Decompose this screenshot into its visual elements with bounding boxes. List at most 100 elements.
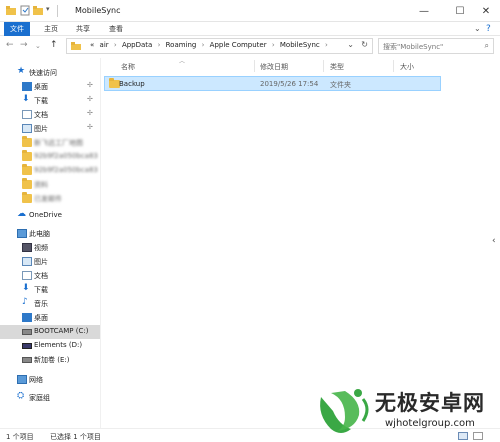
sidebar-item-label: 视频: [34, 244, 48, 252]
breadcrumb-separator[interactable]: ›: [202, 41, 205, 49]
sidebar-item-label: 已发邮件: [34, 195, 62, 203]
sidebar-item-downloads[interactable]: ⬇ 下载: [0, 283, 100, 297]
up-arrow-icon[interactable]: ↑: [50, 40, 58, 50]
pin-icon[interactable]: ✢: [87, 81, 93, 89]
sidebar-item-label: 新加卷 (E:): [34, 356, 70, 364]
sidebar-item-videos[interactable]: 视频: [0, 241, 100, 255]
breadcrumb-overflow[interactable]: «: [90, 41, 94, 49]
desktop-icon: [22, 82, 32, 91]
sidebar-item-label: 网络: [29, 376, 43, 384]
minimize-button[interactable]: —: [410, 0, 438, 22]
column-header-type[interactable]: 类型: [330, 62, 344, 72]
sidebar-item-downloads[interactable]: ⬇ 下载 ✢: [0, 94, 100, 108]
sidebar-item-label: 92b9f2a050bca83: [34, 166, 98, 174]
column-header-date[interactable]: 修改日期: [260, 62, 288, 72]
download-icon: ⬇: [22, 94, 30, 104]
sidebar-item-music[interactable]: ♪ 音乐: [0, 297, 100, 311]
sidebar-item-pictures[interactable]: 图片 ✢: [0, 122, 100, 136]
sidebar-item-drive-d[interactable]: Elements (D:): [0, 339, 100, 353]
breadcrumb-item[interactable]: air: [100, 41, 109, 49]
recent-locations-icon[interactable]: ⌄: [35, 42, 41, 50]
maximize-button[interactable]: ☐: [446, 0, 474, 22]
sidebar-item-label: 音乐: [34, 300, 48, 308]
navigation-pane: ★ 快速访问 桌面 ✢ ⬇ 下载 ✢ 文档 ✢ 图片 ✢ 新飞远工厂地图 92b…: [0, 58, 100, 428]
file-row[interactable]: Backup 2019/5/26 17:54 文件夹: [104, 76, 441, 91]
chevron-down-icon[interactable]: ⌄: [474, 22, 481, 36]
breadcrumb-separator[interactable]: ›: [325, 41, 328, 49]
divider: [57, 5, 58, 17]
search-icon[interactable]: ⌕: [485, 41, 489, 51]
sidebar-item-folder[interactable]: 92b9f2a050bca83: [0, 150, 100, 164]
sidebar-item-desktop[interactable]: 桌面 ✢: [0, 80, 100, 94]
refresh-icon[interactable]: ↻: [361, 40, 368, 49]
new-folder-icon[interactable]: [33, 5, 43, 16]
sidebar-item-pictures[interactable]: 图片: [0, 255, 100, 269]
tab-share[interactable]: 共享: [70, 22, 96, 36]
column-header-name[interactable]: 名称: [121, 62, 135, 72]
sidebar-item-label: 图片: [34, 258, 48, 266]
sidebar-item-label: 资料: [34, 181, 48, 189]
video-icon: [22, 243, 32, 252]
sidebar-item-folder[interactable]: 资料: [0, 178, 100, 192]
pin-icon[interactable]: ✢: [87, 109, 93, 117]
tab-file[interactable]: 文件: [4, 22, 30, 36]
address-dropdown-icon[interactable]: ⌄: [347, 40, 354, 49]
sidebar-item-label: OneDrive: [29, 211, 62, 219]
pin-icon[interactable]: ✢: [87, 95, 93, 103]
breadcrumb-item[interactable]: Roaming: [166, 41, 197, 49]
breadcrumb-item[interactable]: Apple Computer: [210, 41, 267, 49]
sidebar-item-network[interactable]: 网络: [0, 373, 100, 387]
chevron-left-icon[interactable]: ‹: [492, 236, 496, 246]
search-input[interactable]: 搜索"MobileSync" ⌕: [378, 38, 494, 54]
item-count: 1 个项目: [6, 433, 34, 441]
desktop-icon: [22, 313, 32, 322]
column-divider[interactable]: [393, 60, 394, 72]
sidebar-item-folder[interactable]: 已发邮件: [0, 192, 100, 206]
sidebar-item-documents[interactable]: 文档 ✢: [0, 108, 100, 122]
sidebar-item-onedrive[interactable]: ☁ OneDrive: [0, 209, 100, 223]
column-divider[interactable]: [323, 60, 324, 72]
breadcrumb-item[interactable]: MobileSync: [280, 41, 320, 49]
sidebar-item-label: 家庭组: [29, 394, 50, 402]
column-header-size[interactable]: 大小: [400, 62, 414, 72]
sidebar-item-label: 文档: [34, 272, 48, 280]
computer-icon: [17, 229, 27, 238]
document-icon: [22, 271, 32, 280]
sidebar-item-folder[interactable]: 92b9f2a050bca83: [0, 164, 100, 178]
question-icon[interactable]: ?: [486, 22, 491, 36]
close-button[interactable]: ✕: [472, 0, 500, 22]
customize-toolbar-icon[interactable]: ▾: [46, 5, 56, 16]
back-arrow-icon[interactable]: ←: [6, 40, 14, 50]
file-list-pane: ︿ 名称 修改日期 类型 大小: [100, 58, 490, 428]
sidebar-item-this-pc[interactable]: 此电脑: [0, 227, 100, 241]
sidebar-item-label: 桌面: [34, 83, 48, 91]
tab-home[interactable]: 主页: [38, 22, 64, 36]
breadcrumb-separator[interactable]: ›: [272, 41, 275, 49]
homegroup-icon: ⛭: [17, 391, 25, 401]
breadcrumb-separator[interactable]: ›: [158, 41, 161, 49]
window-title: MobileSync: [75, 6, 121, 15]
forward-arrow-icon[interactable]: →: [20, 40, 28, 50]
watermark-logo-icon: [320, 389, 369, 433]
column-divider[interactable]: [254, 60, 255, 72]
sidebar-item-label: 92b9f2a050bca83: [34, 152, 98, 160]
sidebar-item-folder[interactable]: 新飞远工厂地图: [0, 136, 100, 150]
properties-icon[interactable]: [20, 5, 30, 16]
sidebar-item-drive-e[interactable]: 新加卷 (E:): [0, 353, 100, 367]
sidebar-item-homegroup[interactable]: ⛭ 家庭组: [0, 391, 100, 405]
sidebar-item-desktop[interactable]: 桌面: [0, 311, 100, 325]
breadcrumb-item[interactable]: AppData: [122, 41, 152, 49]
selection-count: 已选择 1 个项目: [50, 433, 101, 441]
sidebar-item-label: 快速访问: [29, 69, 57, 77]
pin-icon[interactable]: ✢: [87, 123, 93, 131]
sidebar-item-label: 新飞远工厂地图: [34, 139, 83, 147]
folder-icon: [22, 150, 32, 161]
folder-icon: [22, 192, 32, 203]
sidebar-item-drive-c[interactable]: BOOTCAMP (C:): [0, 325, 100, 339]
breadcrumb-separator[interactable]: ›: [114, 41, 117, 49]
sidebar-item-documents[interactable]: 文档: [0, 269, 100, 283]
drive-icon: [22, 357, 32, 363]
tab-view[interactable]: 查看: [103, 22, 129, 36]
sidebar-item-quick-access[interactable]: ★ 快速访问: [0, 66, 100, 80]
sidebar-item-label: 桌面: [34, 314, 48, 322]
